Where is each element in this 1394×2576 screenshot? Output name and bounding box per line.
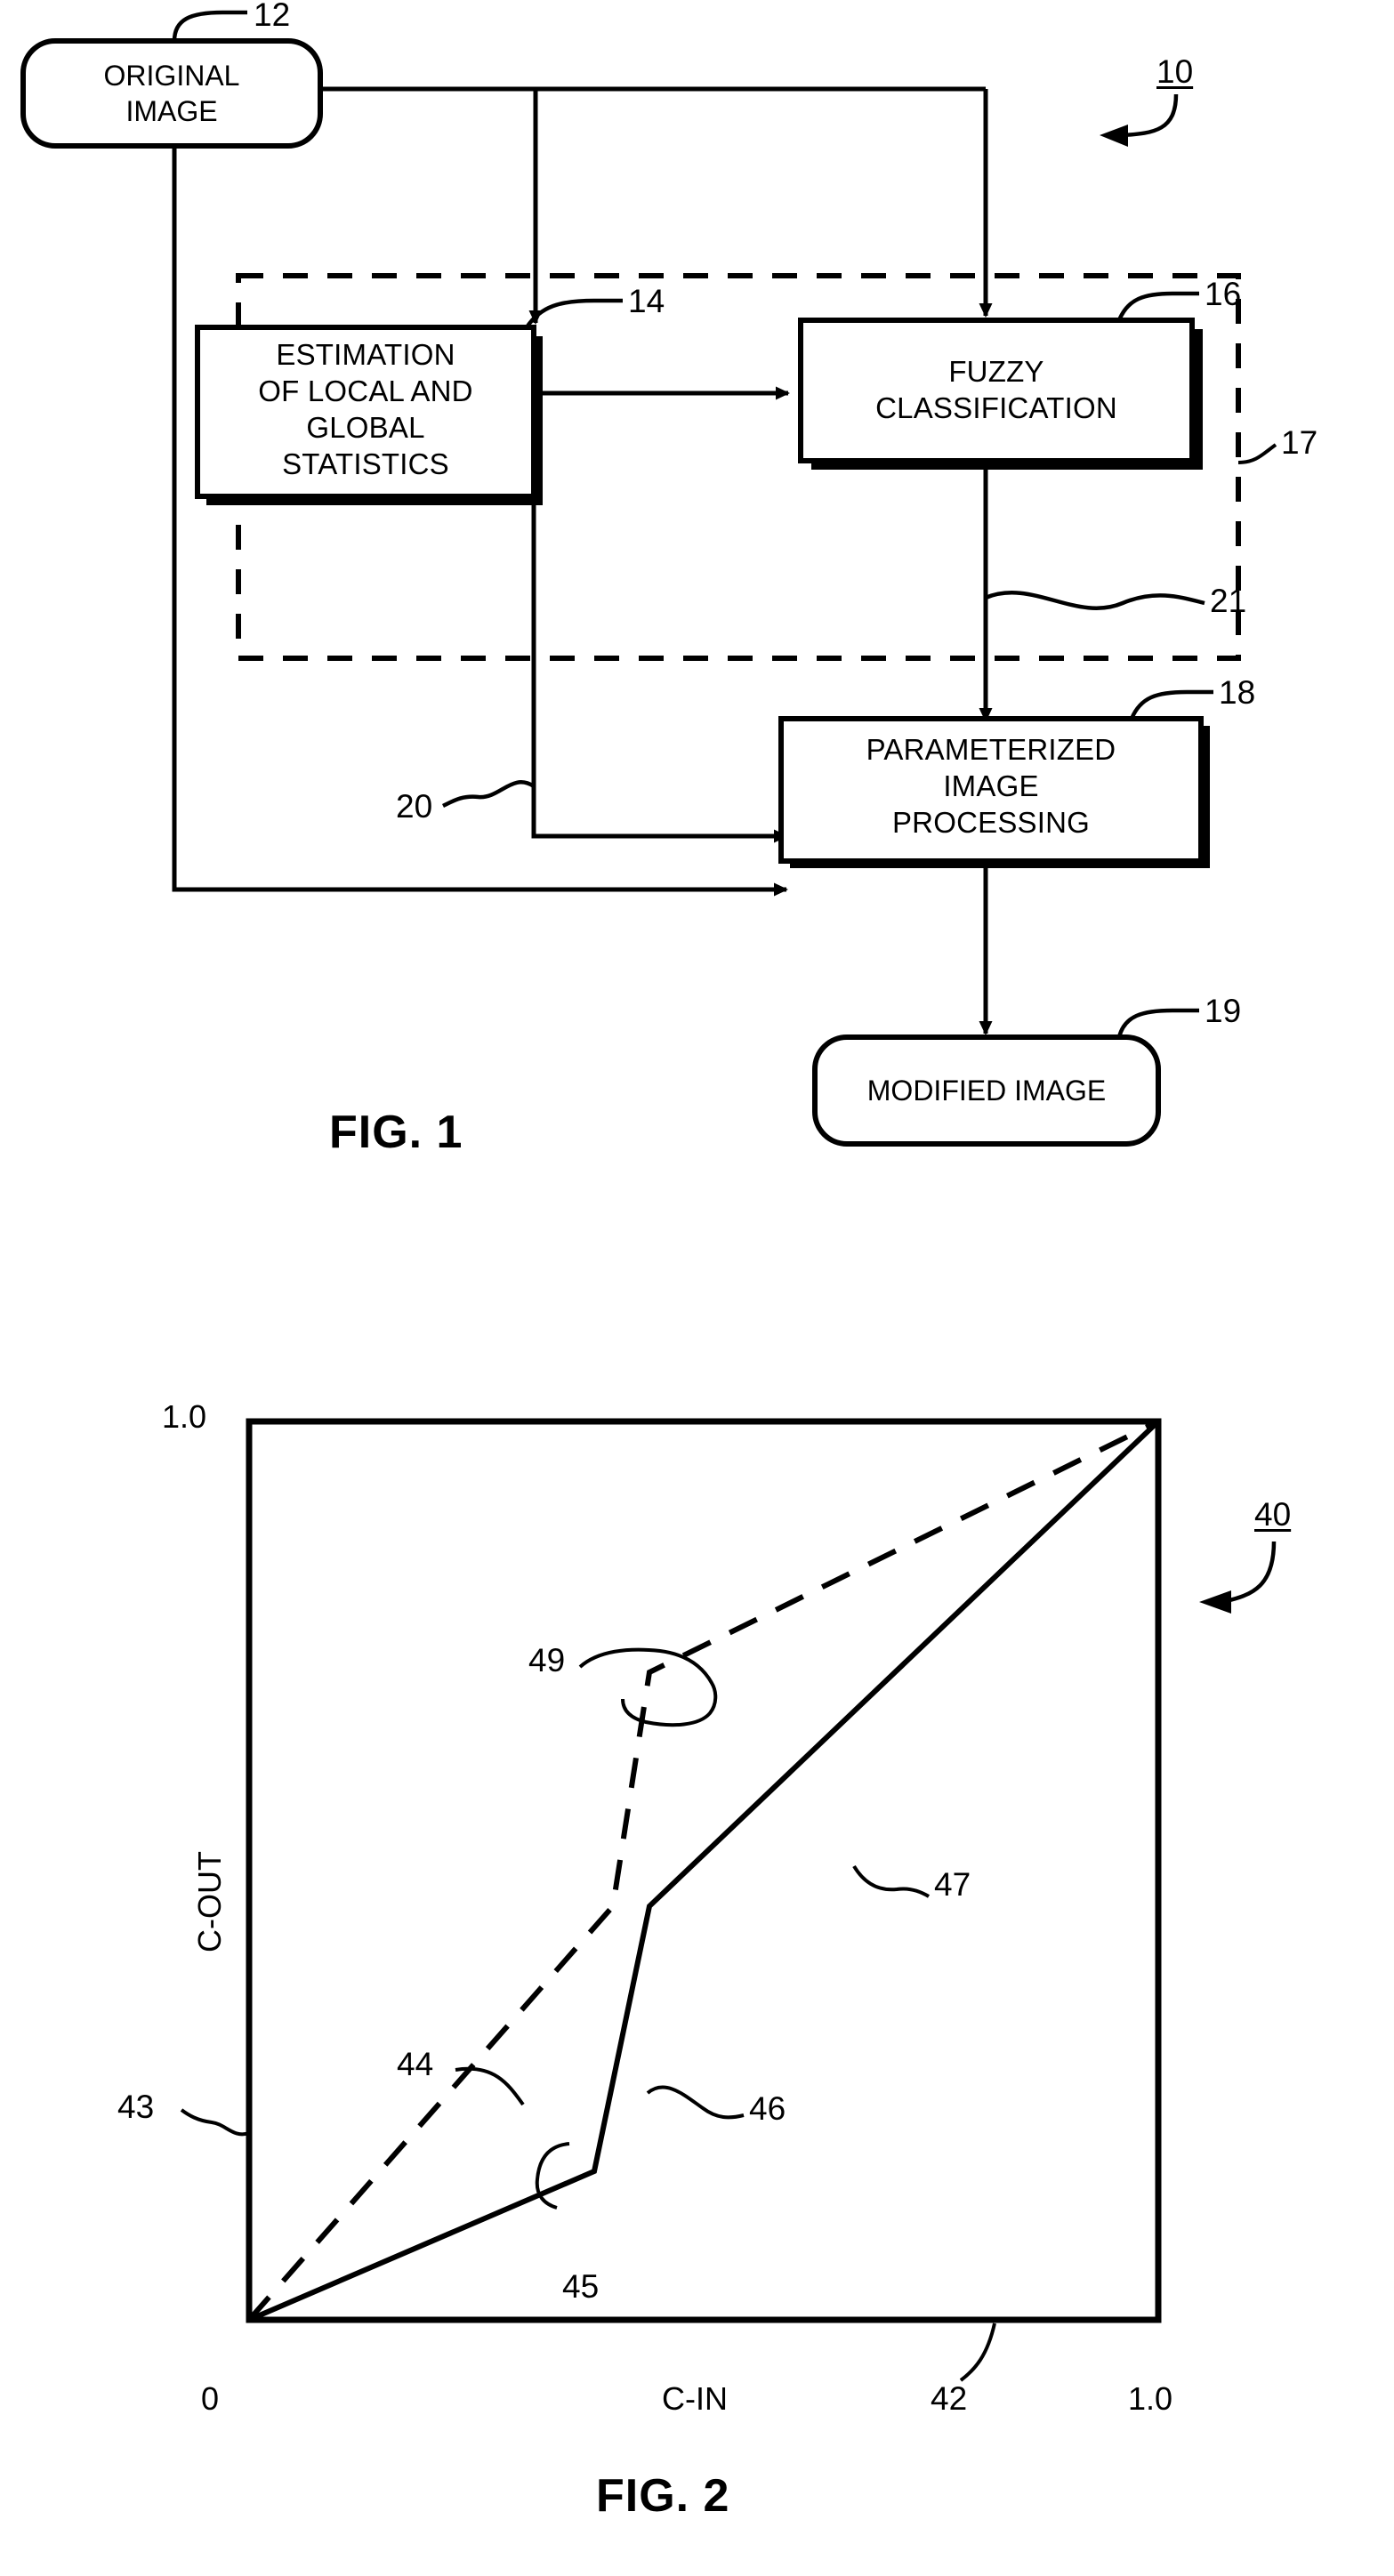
x-axis-label: C-IN — [662, 2380, 728, 2417]
patent-figure-page: ORIGINAL IMAGE 12 10 ESTIMATION OF LOCAL… — [0, 0, 1394, 2576]
y-axis-label: C-OUT — [191, 1851, 228, 1952]
figure-2-title: FIG. 2 — [596, 2470, 730, 2522]
ref-40-graph: 40 — [1254, 1496, 1292, 1533]
figure-2-drawing — [180, 1418, 1277, 2382]
ref-43-y-axis: 43 — [117, 2089, 155, 2125]
ref-47-solid-upper: 47 — [934, 1866, 971, 1903]
ref-44-dashed-line: 44 — [397, 2046, 434, 2082]
ref-49-dashed-knee: 49 — [528, 1642, 566, 1678]
ref-42-x-axis: 42 — [931, 2380, 968, 2417]
x-axis-tick-max: 1.0 — [1128, 2380, 1173, 2417]
ref-46-solid-steep: 46 — [749, 2090, 786, 2127]
x-axis-tick-min: 0 — [201, 2380, 220, 2417]
ref-45-solid-lower: 45 — [562, 2268, 600, 2305]
y-axis-tick-max: 1.0 — [162, 1398, 207, 1435]
